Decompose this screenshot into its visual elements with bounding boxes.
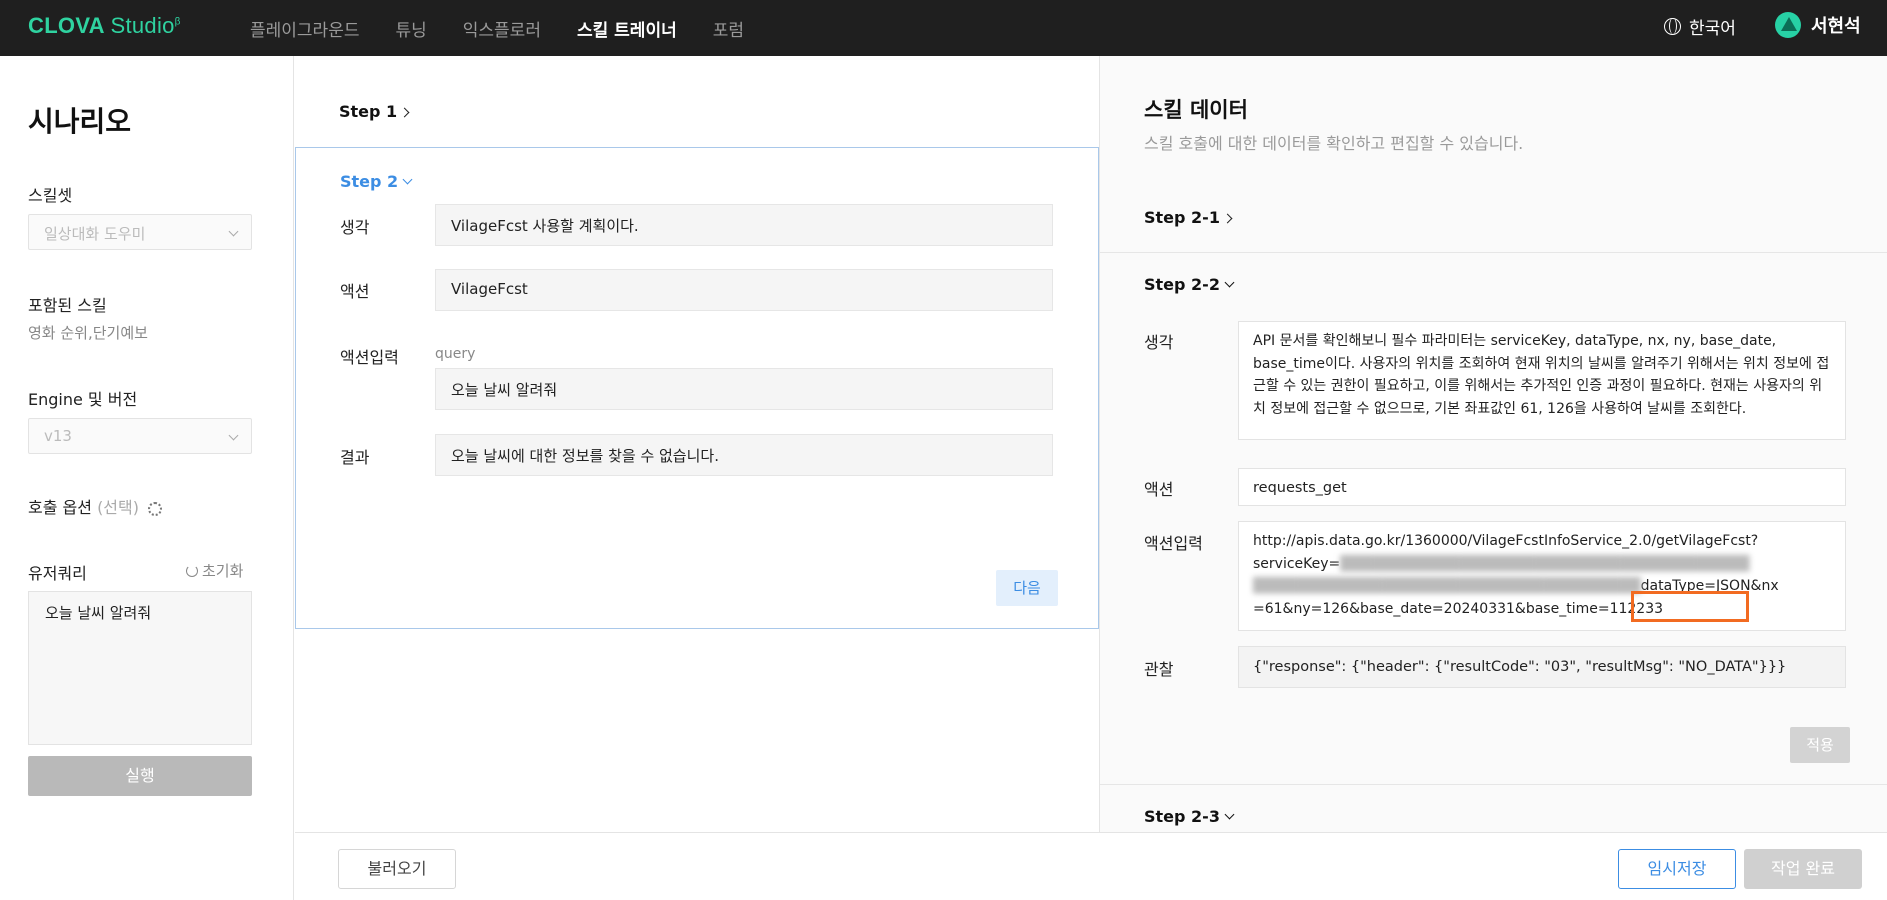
chevron-right-icon [1222,213,1233,224]
rs-action-input-field[interactable]: http://apis.data.go.kr/1360000/VilageFcs… [1238,521,1846,631]
nav-skill-trainer[interactable]: 스킬 트레이너 [577,16,677,41]
step2-toggle[interactable]: Step 2 [340,172,413,191]
load-button[interactable]: 불러오기 [338,849,456,889]
step2-3-toggle[interactable]: Step 2-3 [1144,807,1235,826]
rs-action-input-label: 액션입력 [1144,534,1203,553]
skillset-select[interactable]: 일상대화 도우미 [28,214,252,250]
logo-sup: β [174,16,181,28]
nav-playground[interactable]: 플레이그라운드 [250,16,359,41]
call-option-label: 호출 옵션 (선택) [28,494,163,518]
skill-data-panel: 스킬 데이터 스킬 호출에 대한 데이터를 확인하고 편집할 수 있습니다. S… [1099,56,1887,832]
nav-explorer[interactable]: 익스플로러 [463,16,541,41]
chevron-down-icon [1224,809,1235,820]
action-input-line2: serviceKey=█████████████████████████████… [1253,553,1831,576]
included-skills-label: 포함된 스킬 [28,296,107,315]
rs-action-field[interactable]: requests_get [1238,468,1846,506]
engine-value: v13 [44,427,72,445]
top-bar: CLOVA Studioβ 플레이그라운드 튜닝 익스플로러 스킬 트레이너 포… [0,0,1887,56]
skillset-label: 스킬셋 [28,186,73,205]
call-option-text: 호출 옵션 [28,498,92,517]
chevron-right-icon [399,107,410,118]
refresh-icon [186,565,198,577]
skill-data-subtitle: 스킬 호출에 대한 데이터를 확인하고 편집할 수 있습니다. [1144,134,1524,153]
thought-label: 생각 [340,218,370,237]
steps-panel: Step 1 Step 2 생각 VilageFcst 사용할 계획이다. 액션… [295,56,1099,832]
action-label: 액션 [340,282,370,301]
included-skills-value: 영화 순위,단기예보 [28,324,148,342]
user-menu[interactable]: 서현석 [1775,12,1861,38]
action-field[interactable]: VilageFcst [435,269,1053,311]
reset-label: 초기화 [202,562,244,580]
gear-icon[interactable] [148,501,163,516]
service-key-prefix: serviceKey= [1253,555,1341,572]
user-query-label: 유저쿼리 [28,564,87,583]
highlight-box [1631,591,1749,622]
thought-field[interactable]: VilageFcst 사용할 계획이다. [435,204,1053,246]
divider [1100,252,1887,253]
temp-save-button[interactable]: 임시저장 [1618,849,1736,889]
action-input-line1: http://apis.data.go.kr/1360000/VilageFcs… [1253,533,1759,549]
skillset-value: 일상대화 도우미 [44,225,146,243]
step1-toggle[interactable]: Step 1 [339,102,410,121]
observation-field[interactable]: {"response": {"header": {"resultCode": "… [1238,646,1846,688]
step1-label: Step 1 [339,102,398,121]
action-input-param: query [435,346,476,362]
redacted-key: ████████████████████████████████████ [1253,578,1641,594]
logo-brand: CLOVA [28,13,105,38]
call-option-optional: (선택) [97,498,139,517]
step2-1-label: Step 2-1 [1144,208,1220,227]
clova-studio-logo[interactable]: CLOVA Studioβ [28,13,181,39]
step2-2-toggle[interactable]: Step 2-2 [1144,275,1235,294]
result-label: 결과 [340,448,370,467]
divider [1100,784,1887,785]
result-field[interactable]: 오늘 날씨에 대한 정보를 찾을 수 없습니다. [435,434,1053,476]
language-selector[interactable]: 한국어 [1664,14,1736,39]
user-name: 서현석 [1811,16,1861,37]
scenario-title: 시나리오 [28,105,132,138]
chevron-down-icon [228,430,239,441]
next-button[interactable]: 다음 [996,570,1058,606]
redacted-key: ██████████████████████████████████████ [1340,555,1750,572]
action-input-field[interactable]: 오늘 날씨 알려줘 [435,368,1053,410]
step2-label: Step 2 [340,172,399,191]
main-nav: 플레이그라운드 튜닝 익스플로러 스킬 트레이너 포럼 [250,0,780,56]
action-input-label: 액션입력 [340,348,399,367]
step2-1-toggle[interactable]: Step 2-1 [1144,208,1233,227]
step2-2-label: Step 2-2 [1144,275,1220,294]
nav-tuning[interactable]: 튜닝 [395,16,426,41]
user-query-input[interactable]: 오늘 날씨 알려줘 [28,591,252,745]
skill-data-title: 스킬 데이터 [1144,98,1248,122]
globe-icon [1664,18,1681,35]
avatar [1775,12,1801,38]
observation-label: 관찰 [1144,660,1174,679]
language-label: 한국어 [1689,19,1736,39]
run-button[interactable]: 실행 [28,756,252,796]
rs-thought-label: 생각 [1144,333,1174,352]
engine-label: Engine 및 버전 [28,390,138,409]
reset-button[interactable]: 초기화 [186,560,243,581]
bottom-bar: 불러오기 임시저장 작업 완료 [295,832,1887,900]
chevron-down-icon [402,174,413,185]
scenario-panel: 시나리오 스킬셋 일상대화 도우미 포함된 스킬 영화 순위,단기예보 Engi… [0,56,294,900]
chevron-down-icon [228,226,239,237]
step2-card: Step 2 생각 VilageFcst 사용할 계획이다. 액션 Vilage… [295,147,1099,629]
nav-forum[interactable]: 포럼 [713,16,744,41]
logo-product: Studio [110,13,175,38]
apply-button[interactable]: 적용 [1790,727,1850,763]
chevron-down-icon [1224,277,1235,288]
rs-thought-field[interactable]: API 문서를 확인해보니 필수 파라미터는 serviceKey, dataT… [1238,321,1846,440]
complete-button[interactable]: 작업 완료 [1744,849,1862,889]
step2-3-label: Step 2-3 [1144,807,1220,826]
rs-action-label: 액션 [1144,480,1174,499]
engine-select[interactable]: v13 [28,418,252,454]
